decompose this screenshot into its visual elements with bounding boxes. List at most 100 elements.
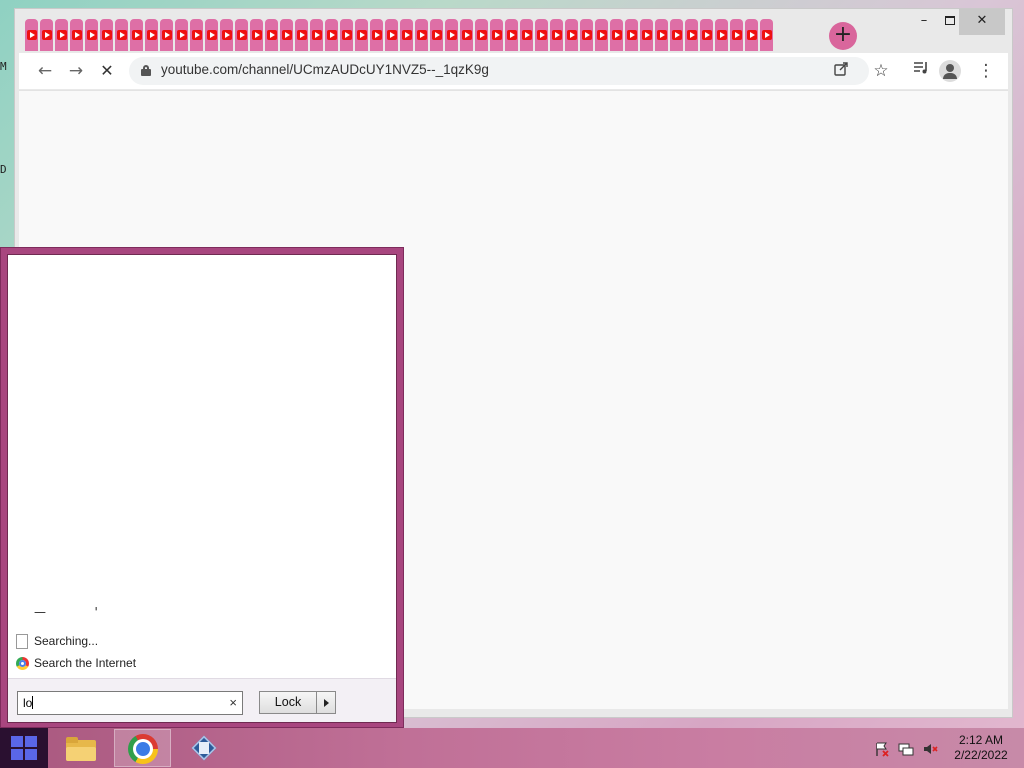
browser-tab[interactable] <box>370 19 383 51</box>
clear-search-icon[interactable]: × <box>229 695 237 710</box>
browser-tab[interactable] <box>85 19 98 51</box>
youtube-icon <box>87 30 97 40</box>
browser-tab[interactable] <box>55 19 68 51</box>
browser-tab[interactable] <box>100 19 113 51</box>
youtube-icon <box>597 30 607 40</box>
document-icon <box>16 634 28 649</box>
system-clock[interactable]: 2:12 AM 2/22/2022 <box>948 733 1014 763</box>
url-text: youtube.com/channel/UCmzAUDcUY1NVZ5--_1q… <box>161 62 489 77</box>
browser-tab[interactable] <box>355 19 368 51</box>
youtube-icon <box>762 30 772 40</box>
youtube-icon <box>42 30 52 40</box>
browser-tab[interactable] <box>535 19 548 51</box>
youtube-icon <box>642 30 652 40</box>
browser-tab[interactable] <box>700 19 713 51</box>
youtube-icon <box>687 30 697 40</box>
youtube-icon <box>522 30 532 40</box>
youtube-icon <box>282 30 292 40</box>
profile-avatar[interactable] <box>939 60 961 82</box>
clock-time: 2:12 AM <box>958 733 1004 747</box>
taskbar-virtualbox[interactable] <box>175 729 232 767</box>
browser-tab[interactable] <box>460 19 473 51</box>
browser-tab[interactable] <box>625 19 638 51</box>
close-button[interactable]: ✕ <box>959 9 1005 35</box>
network-icon[interactable] <box>898 741 914 757</box>
browser-tab[interactable] <box>250 19 263 51</box>
browser-tab[interactable] <box>340 19 353 51</box>
power-options-arrow-icon[interactable] <box>316 691 336 714</box>
browser-tab[interactable] <box>205 19 218 51</box>
stop-loading-button[interactable]: ✕ <box>95 59 119 83</box>
browser-tab[interactable] <box>40 19 53 51</box>
lock-button[interactable]: Lock <box>259 691 317 714</box>
start-search-input[interactable]: lo × <box>17 691 243 715</box>
browser-tab[interactable] <box>730 19 743 51</box>
browser-tab[interactable] <box>415 19 428 51</box>
browser-tab[interactable] <box>25 19 38 51</box>
youtube-icon <box>432 30 442 40</box>
address-bar[interactable]: youtube.com/channel/UCmzAUDcUY1NVZ5--_1q… <box>129 57 869 85</box>
taskbar: 2:12 AM 2/22/2022 <box>0 728 1024 768</box>
back-button[interactable]: ← <box>33 59 57 83</box>
browser-toolbar: ← → ✕ youtube.com/channel/UCmzAUDcUY1NVZ… <box>19 53 1008 89</box>
browser-tab[interactable] <box>235 19 248 51</box>
folder-icon <box>66 737 96 761</box>
result-label: Search the Internet <box>34 656 137 670</box>
browser-tab[interactable] <box>385 19 398 51</box>
browser-tab[interactable] <box>190 19 203 51</box>
browser-tab[interactable] <box>505 19 518 51</box>
browser-tab[interactable] <box>175 19 188 51</box>
browser-tab[interactable] <box>145 19 158 51</box>
browser-tab[interactable] <box>445 19 458 51</box>
browser-tab[interactable] <box>610 19 623 51</box>
browser-tab[interactable] <box>685 19 698 51</box>
browser-tab[interactable] <box>640 19 653 51</box>
youtube-icon <box>342 30 352 40</box>
browser-tab[interactable] <box>520 19 533 51</box>
share-icon[interactable] <box>831 61 851 81</box>
action-center-flag-icon[interactable] <box>874 741 890 757</box>
start-menu-panel: — ' Searching... Search the Internet lo … <box>7 254 397 723</box>
browser-tab[interactable] <box>745 19 758 51</box>
browser-tab[interactable] <box>475 19 488 51</box>
browser-tab[interactable] <box>655 19 668 51</box>
start-menu: — ' Searching... Search the Internet lo … <box>0 247 404 728</box>
browser-tab[interactable] <box>490 19 503 51</box>
chrome-menu-icon[interactable]: ⋮ <box>974 59 998 83</box>
browser-tab[interactable] <box>115 19 128 51</box>
media-control-icon[interactable] <box>909 59 933 83</box>
browser-tab[interactable] <box>430 19 443 51</box>
start-button[interactable] <box>0 728 48 768</box>
forward-button[interactable]: → <box>64 59 88 83</box>
volume-muted-icon[interactable] <box>922 741 938 757</box>
youtube-icon <box>222 30 232 40</box>
taskbar-file-explorer[interactable] <box>52 729 109 767</box>
browser-tab[interactable] <box>670 19 683 51</box>
youtube-icon <box>372 30 382 40</box>
browser-tab[interactable] <box>265 19 278 51</box>
browser-tab[interactable] <box>70 19 83 51</box>
youtube-icon <box>732 30 742 40</box>
browser-tab[interactable] <box>130 19 143 51</box>
bookmark-star-icon[interactable]: ☆ <box>869 59 893 83</box>
browser-tab[interactable] <box>280 19 293 51</box>
browser-tab[interactable] <box>325 19 338 51</box>
browser-tab[interactable] <box>220 19 233 51</box>
browser-tab[interactable] <box>310 19 323 51</box>
browser-tab[interactable] <box>580 19 593 51</box>
browser-tab[interactable] <box>160 19 173 51</box>
browser-tab[interactable] <box>295 19 308 51</box>
taskbar-chrome[interactable] <box>114 729 171 767</box>
youtube-icon <box>702 30 712 40</box>
browser-tab[interactable] <box>565 19 578 51</box>
new-tab-button[interactable]: + <box>829 22 857 50</box>
youtube-icon <box>507 30 517 40</box>
browser-tab[interactable] <box>760 19 773 51</box>
browser-tab[interactable] <box>550 19 563 51</box>
browser-tab[interactable] <box>595 19 608 51</box>
browser-tab[interactable] <box>400 19 413 51</box>
browser-tab[interactable] <box>715 19 728 51</box>
youtube-icon <box>192 30 202 40</box>
youtube-icon <box>537 30 547 40</box>
chrome-icon <box>128 734 158 764</box>
